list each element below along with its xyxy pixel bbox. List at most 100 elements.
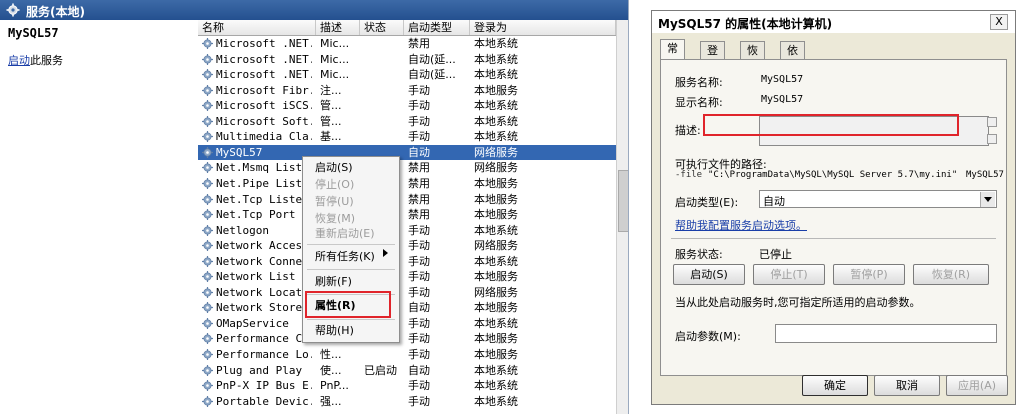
- service-startup-type-cell: 禁用: [408, 176, 430, 190]
- description-scroll-down[interactable]: [987, 134, 997, 144]
- table-row[interactable]: Network List S... 手动 本地服务: [198, 269, 616, 284]
- service-logon-cell: 网络服务: [474, 161, 518, 175]
- menu-item-resume[interactable]: 恢复(M): [315, 211, 355, 227]
- table-row[interactable]: Network Locati... 手动 网络服务: [198, 285, 616, 300]
- cancel-button[interactable]: 取消: [874, 375, 940, 396]
- menu-item-refresh[interactable]: 刷新(F): [315, 274, 352, 290]
- console-title: 服务(本地): [26, 5, 85, 19]
- table-row[interactable]: Performance Lo... 性... 手动 本地服务: [198, 347, 616, 362]
- start-service-link[interactable]: 启动: [8, 54, 30, 67]
- description-scroll-up[interactable]: [987, 117, 997, 127]
- service-startup-type-cell: 禁用: [408, 37, 430, 50]
- service-startup-type-cell: 自动: [408, 363, 430, 377]
- gear-icon: [6, 3, 20, 17]
- table-row[interactable]: Netlogon 手动 本地系统: [198, 223, 616, 238]
- service-logon-cell: 本地系统: [474, 114, 518, 128]
- service-status-cell: [364, 52, 404, 67]
- table-row[interactable]: Multimedia Cla... 基... 手动 本地系统: [198, 129, 616, 144]
- table-row[interactable]: Net.Pipe Liste... 禁用 本地服务: [198, 176, 616, 191]
- menu-item-help[interactable]: 帮助(H): [315, 323, 354, 339]
- gear-icon: [202, 38, 213, 49]
- table-row[interactable]: Microsoft .NET... Mic... 禁用 本地系统: [198, 36, 616, 51]
- table-row[interactable]: Net.Msmq Liste... 禁用 网络服务: [198, 160, 616, 175]
- menu-item-stop[interactable]: 停止(O): [315, 177, 354, 193]
- start-params-hint: 当从此处启动服务时,您可指定所适用的启动参数。: [675, 296, 921, 309]
- service-name-cell: Network Access...: [216, 239, 312, 253]
- service-status-cell: [364, 394, 404, 409]
- service-startup-type-cell: 手动: [408, 270, 430, 284]
- service-name-cell: OMapService: [216, 316, 289, 330]
- resume-button[interactable]: 恢复(R): [913, 264, 989, 285]
- list-scrollbar[interactable]: [616, 20, 628, 414]
- general-tab-panel: 服务名称: MySQL57 显示名称: MySQL57 描述: 可执行文件的路径…: [660, 59, 1007, 376]
- table-row[interactable]: PnP-X IP Bus E... PnP... 手动 本地系统: [198, 378, 616, 393]
- table-row[interactable]: Net.Tcp Port S... 禁用 本地服务: [198, 207, 616, 222]
- gear-icon: [202, 162, 213, 174]
- table-row[interactable]: Microsoft .NET... Mic... 自动(延... 本地系统: [198, 67, 616, 82]
- tab-dependencies[interactable]: 依存关系: [780, 41, 805, 111]
- chevron-down-icon[interactable]: [980, 192, 995, 207]
- help-startup-link[interactable]: 帮助我配置服务启动选项。: [675, 219, 807, 232]
- service-name-cell: Network Store ...: [216, 301, 312, 315]
- pause-button[interactable]: 暂停(P): [833, 264, 905, 285]
- help-line: 帮助我配置服务启动选项。: [675, 217, 807, 233]
- service-status-cell: [364, 98, 404, 113]
- divider: [671, 238, 996, 239]
- service-startup-type-cell: 手动: [408, 99, 430, 113]
- table-row[interactable]: Performance Co... 手动 本地服务: [198, 331, 616, 346]
- column-header-description[interactable]: 描述: [316, 20, 360, 35]
- service-name-cell: Performance Lo...: [216, 348, 312, 361]
- table-row[interactable]: Microsoft .NET... Mic... 自动(延... 本地系统: [198, 52, 616, 67]
- service-startup-type-cell: 手动: [408, 223, 430, 237]
- service-startup-type-cell: 自动: [408, 145, 430, 159]
- service-logon-cell: 网络服务: [474, 239, 518, 253]
- menu-item-pause[interactable]: 暂停(U): [315, 194, 354, 210]
- tab-logon[interactable]: 登录: [700, 41, 725, 75]
- stop-button[interactable]: 停止(T): [753, 264, 825, 285]
- scrollbar-thumb[interactable]: [618, 170, 628, 232]
- service-logon-cell: 本地系统: [474, 363, 518, 377]
- service-logon-cell: 本地系统: [474, 68, 518, 82]
- gear-icon: [202, 271, 213, 283]
- menu-item-restart[interactable]: 重新启动(E): [315, 226, 375, 242]
- gear-icon: [202, 224, 213, 236]
- ok-button[interactable]: 确定: [802, 375, 868, 396]
- menu-separator: [307, 319, 395, 320]
- tab-general[interactable]: 常规: [660, 39, 685, 73]
- table-row[interactable]: Net.Tcp Listen... 禁用 本地服务: [198, 192, 616, 207]
- table-row[interactable]: Portable Devic... 强... 手动 本地系统: [198, 394, 616, 409]
- exe-path-highlight-box: [703, 114, 959, 136]
- start-params-input[interactable]: [775, 324, 997, 343]
- table-row[interactable]: Network Access... 手动 网络服务: [198, 238, 616, 253]
- menu-item-start[interactable]: 启动(S): [315, 160, 353, 176]
- table-row[interactable]: Plug and Play 使... 已启动 自动 本地系统: [198, 363, 616, 378]
- table-row[interactable]: Microsoft iSCS... 管... 手动 本地系统: [198, 98, 616, 113]
- service-description-cell: 管...: [320, 114, 342, 128]
- table-row[interactable]: OMapService 手动 本地系统: [198, 316, 616, 331]
- table-row[interactable]: Microsoft Fibr... 注... 手动 本地服务: [198, 83, 616, 98]
- column-header-startup-type[interactable]: 启动类型: [404, 20, 470, 35]
- column-header-logon-as[interactable]: 登录为: [470, 20, 616, 35]
- table-row[interactable]: Network Connec... 手动 本地系统: [198, 254, 616, 269]
- service-startup-type-cell: 自动: [408, 301, 430, 315]
- table-row[interactable]: Network Store ... 自动 本地服务: [198, 300, 616, 315]
- tab-recovery[interactable]: 恢复: [740, 41, 765, 75]
- startup-type-select[interactable]: 自动: [759, 190, 997, 208]
- service-name-cell: PnP-X IP Bus E...: [216, 379, 312, 393]
- close-button[interactable]: X: [990, 14, 1008, 30]
- table-row[interactable]: MySQL57 自动 网络服务: [198, 144, 616, 161]
- service-logon-cell: 本地服务: [474, 301, 518, 315]
- column-header-status[interactable]: 状态: [360, 20, 404, 35]
- apply-button[interactable]: 应用(A): [946, 375, 1008, 396]
- menu-item-all-tasks[interactable]: 所有任务(K): [315, 249, 375, 265]
- properties-dialog: MySQL57 的属性(本地计算机) X 常规 登录 恢复 依存关系 服务名称:…: [651, 10, 1016, 405]
- console-title-bar: 服务(本地): [0, 0, 628, 20]
- gear-icon: [202, 302, 213, 314]
- gear-icon: [202, 69, 213, 81]
- service-startup-type-cell: 手动: [408, 114, 430, 128]
- table-row[interactable]: Microsoft Soft... 管... 手动 本地系统: [198, 114, 616, 129]
- column-header-name[interactable]: 名称: [198, 20, 316, 35]
- start-button[interactable]: 启动(S): [673, 264, 745, 285]
- service-logon-cell: 本地服务: [474, 208, 518, 222]
- service-status-value: 已停止: [759, 248, 792, 261]
